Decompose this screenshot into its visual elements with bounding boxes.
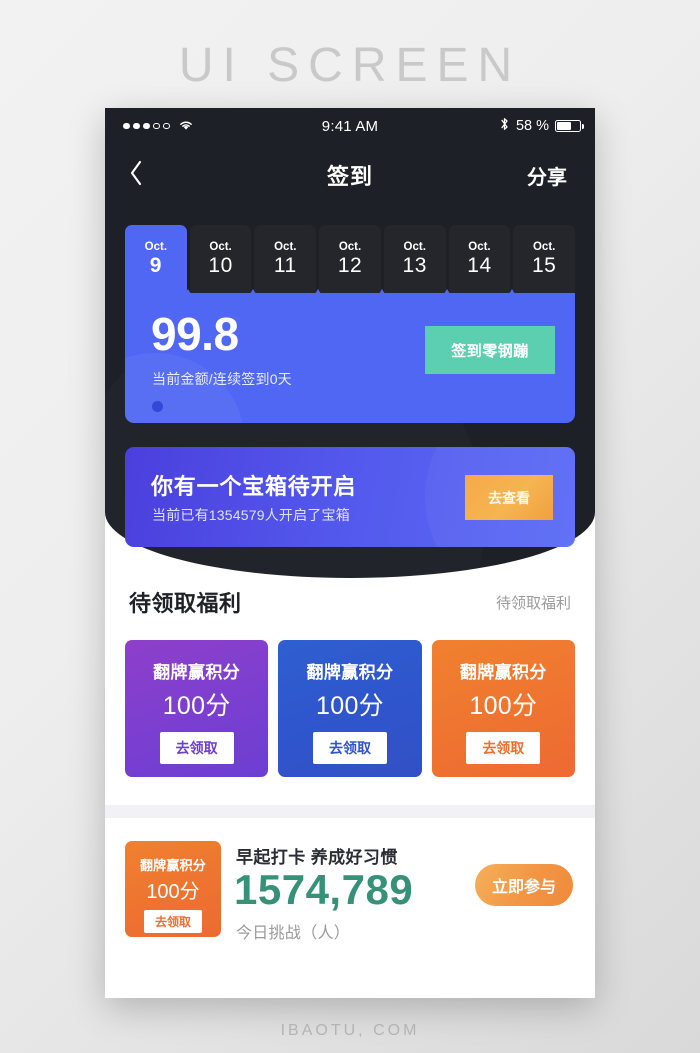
welfare-card-claim-button[interactable]: 去领取 — [312, 732, 387, 764]
date-tab-month: Oct. — [209, 240, 232, 253]
date-tab-day: 15 — [531, 254, 557, 278]
date-tab[interactable]: Oct. 15 — [508, 225, 576, 294]
status-bar: 9:41 AM 58 % — [105, 108, 595, 144]
welfare-section-header: 待领取福利 待领取福利 — [105, 586, 595, 626]
challenge-badge-card[interactable]: 翻牌赢积分 100分 去领取 — [125, 841, 221, 937]
section-divider — [105, 805, 595, 818]
date-tab-month: Oct. — [532, 240, 556, 253]
date-tab[interactable]: Oct. 12 — [314, 225, 381, 294]
treasure-banner[interactable]: 你有一个宝箱待开启 当前已有1354579人开启了宝箱 去查看 — [125, 447, 575, 547]
battery-percent-label: 58 % — [515, 118, 549, 134]
challenge-count: 1574,789 — [234, 866, 414, 913]
date-tab-day: 14 — [467, 254, 492, 278]
checkin-button[interactable]: 签到零钢蹦 — [425, 326, 555, 374]
treasure-subtitle: 当前已有1354579人开启了宝箱 — [152, 507, 350, 523]
date-tab-month: Oct. — [468, 240, 491, 253]
date-tab[interactable]: Oct. 13 — [379, 225, 446, 294]
welfare-card[interactable]: 翻牌赢积分 100分 去领取 — [278, 640, 422, 777]
welfare-card-claim-button[interactable]: 去领取 — [159, 732, 234, 764]
welfare-more-link[interactable]: 待领取福利 — [496, 592, 571, 613]
welfare-card-value: 100分 — [469, 692, 538, 720]
page-footer: IBAOTU, COM — [280, 1022, 420, 1039]
bluetooth-icon — [499, 116, 510, 136]
page-heading: 签到 — [326, 164, 373, 189]
pagination-dot[interactable] — [152, 401, 163, 412]
welfare-card[interactable]: 翻牌赢积分 100分 去领取 — [431, 640, 575, 777]
welfare-card-title: 翻牌赢积分 — [153, 663, 241, 682]
battery-icon — [555, 119, 585, 133]
challenge-badge-claim-button[interactable]: 去领取 — [143, 910, 202, 933]
treasure-title: 你有一个宝箱待开启 — [151, 474, 357, 499]
date-tab[interactable]: Oct. 9 — [125, 225, 187, 293]
phone-screen: 9:41 AM 58 % 签到 分享 Oct. 9 Oct. 10 Oct. 1… — [105, 108, 595, 998]
date-tab-month: Oct. — [144, 240, 168, 253]
treasure-view-button[interactable]: 去查看 — [465, 475, 553, 520]
welfare-card[interactable]: 翻牌赢积分 100分 去领取 — [125, 640, 269, 777]
date-tab-month: Oct. — [274, 240, 297, 253]
date-tab-day: 13 — [402, 254, 427, 278]
challenge-badge-title: 翻牌赢积分 — [139, 858, 206, 873]
welfare-card-title: 翻牌赢积分 — [459, 663, 547, 682]
date-tab[interactable]: Oct. 10 — [185, 225, 252, 294]
challenge-section: 翻牌赢积分 100分 去领取 早起打卡 养成好习惯 1574,789 今日挑战（… — [105, 831, 595, 951]
challenge-join-button[interactable]: 立即参与 — [475, 864, 573, 906]
welfare-card-list: 翻牌赢积分 100分 去领取 翻牌赢积分 100分 去领取 翻牌赢积分 100分… — [125, 640, 575, 777]
date-tab-month: Oct. — [338, 240, 362, 253]
welfare-card-value: 100分 — [316, 692, 384, 720]
page-title: UI SCREEN — [178, 39, 522, 92]
date-tab-month: Oct. — [403, 240, 426, 253]
date-tab-day: 10 — [208, 254, 233, 278]
welfare-card-claim-button[interactable]: 去领取 — [466, 732, 541, 764]
challenge-caption: 今日挑战（人） — [236, 925, 351, 942]
balance-subtitle: 当前金额/连续签到0天 — [152, 371, 292, 387]
date-tab-bar: Oct. 9 Oct. 10 Oct. 11 Oct. 12 Oct. 13 O… — [125, 225, 576, 294]
balance-amount: 99.8 — [151, 308, 239, 360]
date-tab-day: 9 — [149, 254, 162, 278]
challenge-badge-value: 100分 — [146, 881, 200, 903]
welfare-card-value: 100分 — [162, 692, 231, 720]
date-tab-day: 11 — [273, 254, 297, 278]
welfare-heading: 待领取福利 — [129, 591, 242, 616]
date-tab-day: 12 — [337, 254, 363, 278]
welfare-card-title: 翻牌赢积分 — [306, 663, 394, 682]
nav-bar: 签到 分享 — [105, 144, 595, 206]
share-button[interactable]: 分享 — [527, 161, 567, 190]
date-tab[interactable]: Oct. 14 — [444, 225, 511, 294]
status-bar-right: 58 % — [499, 116, 585, 136]
balance-card: 99.8 当前金额/连续签到0天 签到零钢蹦 — [125, 293, 575, 423]
challenge-title: 早起打卡 养成好习惯 — [236, 848, 398, 867]
date-tab[interactable]: Oct. 11 — [249, 225, 317, 294]
